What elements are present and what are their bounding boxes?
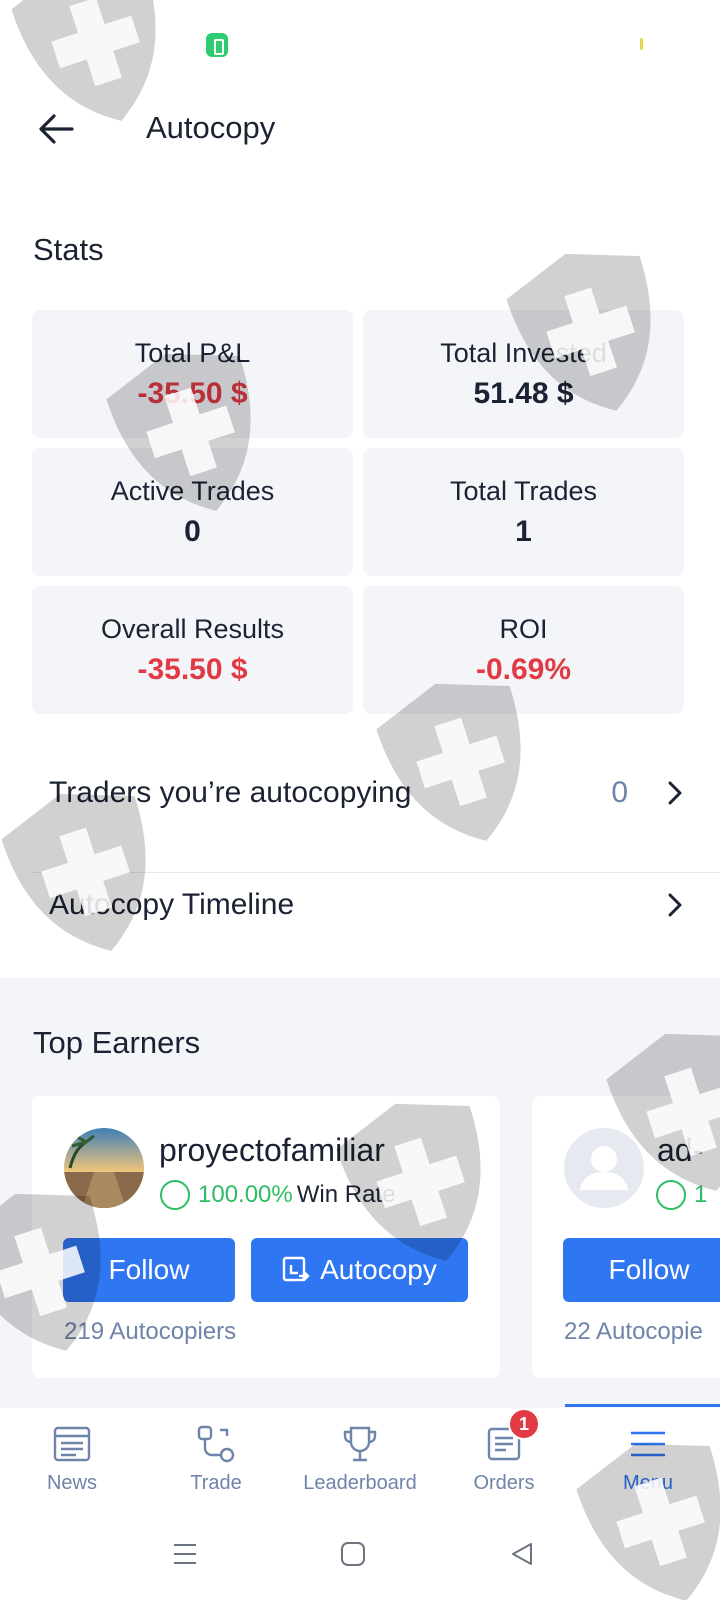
stat-card-overall-results: Overall Results -35.50 $ — [32, 586, 353, 714]
stat-label: Active Trades — [110, 475, 275, 506]
stat-value: -35.50 $ — [137, 376, 248, 410]
win-rate: 100.00% Win Rate — [198, 1180, 395, 1210]
trader-card[interactable]: ad- 1 Follow 22 Autocopie — [532, 1096, 720, 1378]
stat-card-total-invested: Total Invested 51.48 $ — [363, 310, 684, 438]
nav-item-trade[interactable]: Trade — [144, 1408, 288, 1508]
stat-card-total-trades: Total Trades 1 — [363, 448, 684, 576]
follow-button[interactable]: Follow — [563, 1238, 720, 1302]
arrow-left-icon — [39, 114, 74, 144]
recents-button[interactable] — [165, 1536, 205, 1572]
stat-label: Total Trades — [449, 475, 598, 506]
nav-item-orders[interactable]: 1 Orders — [432, 1408, 576, 1508]
autocopy-label: Autocopy — [320, 1254, 437, 1285]
nav-item-leaderboard[interactable]: Leaderboard — [288, 1408, 432, 1508]
top-earners-heading: Top Earners — [33, 1025, 201, 1060]
nav-label: Leaderboard — [303, 1472, 417, 1494]
row-label: Autocopy Timeline — [49, 888, 295, 921]
win-rate-value: 100.00% — [198, 1181, 293, 1208]
system-nav-bar — [0, 1508, 720, 1600]
nav-label: Trade — [190, 1472, 242, 1494]
autocopiers-count: 219 Autocopiers — [64, 1318, 237, 1345]
autocopiers-count: 22 Autocopie — [564, 1318, 703, 1345]
stat-label: Overall Results — [100, 613, 285, 644]
stat-label: Total Invested — [440, 337, 607, 368]
stat-value: -35.50 $ — [137, 652, 248, 686]
avatar — [564, 1128, 644, 1208]
nav-item-news[interactable]: News — [0, 1408, 144, 1508]
menu-icon — [626, 1422, 670, 1466]
leaderboard-icon — [338, 1422, 382, 1466]
chevron-right-icon — [668, 779, 684, 807]
bottom-nav: News Trade Leaderboard 1 Orders Menu — [0, 1408, 720, 1508]
win-rate-value: 1 — [694, 1181, 708, 1208]
top-earners-section: Top Earners proyectofamiliar 100.00% Win … — [0, 978, 720, 1408]
battery-saver-icon — [206, 33, 228, 57]
autocopy-button[interactable]: Autocopy — [251, 1238, 468, 1302]
nav-label: News — [46, 1472, 97, 1494]
nav-label: Orders — [473, 1472, 535, 1494]
nav-item-menu[interactable]: Menu — [576, 1408, 720, 1508]
stats-heading: Stats — [33, 232, 104, 267]
stat-value: 1 — [515, 514, 532, 548]
chevron-right-icon — [668, 891, 684, 919]
page-title: Autocopy — [146, 110, 276, 145]
traders-autocopying-row[interactable]: Traders you’re autocopying 0 — [32, 737, 720, 849]
status-bar — [0, 0, 720, 90]
nav-active-indicator — [565, 1404, 720, 1407]
trader-card[interactable]: proyectofamiliar 100.00% Win Rate Follow … — [32, 1096, 500, 1378]
traders-count: 0 — [611, 776, 628, 809]
home-icon — [341, 1542, 365, 1566]
stat-card-active-trades: Active Trades 0 — [32, 448, 353, 576]
back-button[interactable] — [28, 104, 84, 154]
stat-card-total-pnl: Total P&L -35.50 $ — [32, 310, 353, 438]
stat-value: 51.48 $ — [473, 376, 574, 410]
news-icon — [50, 1422, 94, 1466]
autocopy-icon — [282, 1256, 310, 1282]
win-rate: 1 — [694, 1180, 707, 1210]
stat-value: -0.69% — [475, 652, 572, 686]
avatar — [64, 1128, 144, 1208]
stat-card-roi: ROI -0.69% — [363, 586, 684, 714]
trader-name: proyectofamiliar — [159, 1132, 385, 1168]
system-back-button[interactable] — [502, 1536, 542, 1572]
stat-value: 0 — [184, 514, 201, 548]
triangle-back-icon — [512, 1543, 532, 1565]
home-button[interactable] — [333, 1536, 373, 1572]
trader-name: ad- — [657, 1132, 704, 1168]
status-indicator-icon — [640, 38, 643, 50]
stats-grid: Total P&L -35.50 $ Total Invested 51.48 … — [32, 310, 685, 714]
win-rate-label: Win Rate — [296, 1181, 396, 1208]
stat-label: Total P&L — [134, 337, 251, 368]
autocopy-timeline-row[interactable]: Autocopy Timeline — [32, 849, 720, 961]
row-label: Traders you’re autocopying — [49, 776, 412, 809]
recents-icon — [174, 1544, 196, 1564]
nav-label: Menu — [622, 1472, 674, 1494]
orders-badge: 1 — [508, 1408, 540, 1440]
follow-button[interactable]: Follow — [63, 1238, 235, 1302]
win-rate-circle-icon — [656, 1180, 686, 1210]
stat-label: ROI — [499, 613, 548, 644]
trade-icon — [194, 1422, 238, 1466]
win-rate-circle-icon — [160, 1180, 190, 1210]
app-header: Autocopy — [0, 90, 720, 170]
